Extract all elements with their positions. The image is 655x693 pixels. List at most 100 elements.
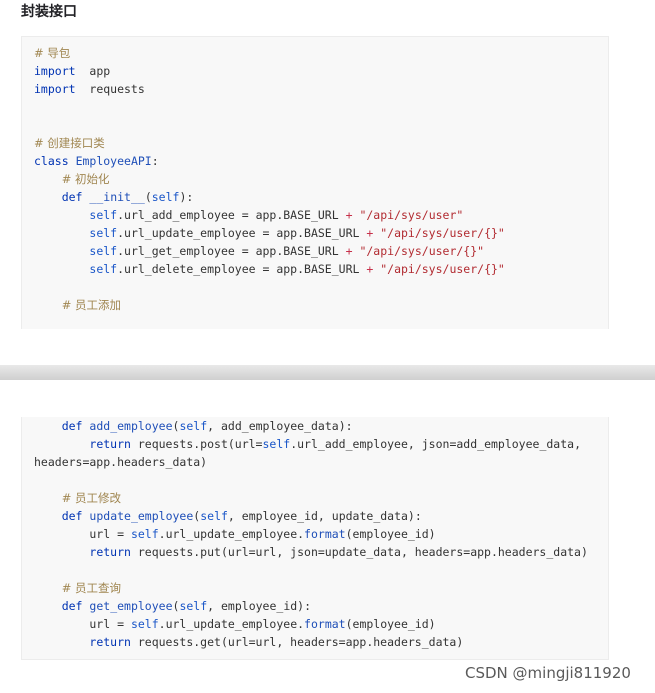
code-block-part-2: def add_employee(self, add_employee_data…: [21, 417, 609, 660]
code-token: +: [345, 208, 353, 222]
code-token: return: [89, 635, 131, 649]
code-token: EmployeeAPI: [75, 154, 152, 168]
code-block-part-1: # 导包 import app import requests # 创建接口类 clas…: [21, 36, 609, 329]
code-line: import requests: [34, 80, 145, 98]
watermark: CSDN @mingji811920: [465, 664, 631, 682]
code-token: # 员工添加: [61, 298, 121, 312]
code-token: format: [304, 527, 346, 541]
code-token: requests.post(url=: [130, 437, 263, 451]
code-line: self.url_add_employee = app.BASE_URL + "…: [34, 206, 463, 224]
code-token: requests.get(url=url, headers=app.header…: [130, 635, 464, 649]
code-token: return: [89, 545, 131, 559]
code-token: self: [89, 262, 118, 276]
code-line: # 创建接口类: [34, 134, 105, 152]
code-line: def get_employee(self, employee_id):: [34, 597, 311, 615]
code-token: self: [89, 208, 118, 222]
code-token: self: [130, 617, 159, 631]
code-token: requests: [75, 82, 145, 96]
page-divider: [0, 365, 655, 380]
code-token: # 初始化: [61, 172, 110, 186]
code-token: __init__: [89, 190, 145, 204]
code-token: add_employee: [89, 419, 173, 433]
code-token: (employee_id): [345, 617, 436, 631]
code-token: self: [179, 599, 208, 613]
code-line: # 员工查询: [34, 579, 121, 597]
code-token: self: [130, 527, 159, 541]
code-line: import app: [34, 62, 110, 80]
code-token: def: [61, 509, 83, 523]
code-token: .url_update_employee.: [158, 617, 305, 631]
code-line: self.url_get_employee = app.BASE_URL + "…: [34, 242, 484, 260]
code-token: self: [262, 437, 291, 451]
code-token: .url_add_employee = app.BASE_URL: [117, 208, 346, 222]
code-token: # 创建接口类: [34, 136, 105, 150]
code-token: url =: [34, 617, 131, 631]
code-token: self: [200, 509, 228, 523]
code-line: headers=app.headers_data): [34, 453, 207, 471]
code-token: import: [34, 64, 76, 78]
code-token: , employee_id, update_data):: [227, 509, 422, 523]
code-line: url = self.url_update_employee.format(em…: [34, 615, 436, 633]
code-token: import: [34, 82, 76, 96]
code-token: def: [61, 599, 83, 613]
code-line: def update_employee(self, employee_id, u…: [34, 507, 422, 525]
code-token: app: [75, 64, 111, 78]
code-token: self: [89, 244, 118, 258]
code-token: +: [345, 244, 353, 258]
code-token: get_employee: [89, 599, 173, 613]
code-line: # 员工添加: [34, 296, 121, 314]
code-token: self: [151, 190, 180, 204]
code-token: .url_update_employee = app.BASE_URL: [117, 226, 367, 240]
code-token: , employee_id):: [207, 599, 312, 613]
code-token: "/api/sys/user/{}": [359, 244, 485, 258]
code-token: def: [61, 419, 83, 433]
code-token: , add_employee_data):: [207, 419, 353, 433]
code-token: # 员工查询: [61, 581, 121, 595]
section-heading: 封装接口: [21, 4, 77, 20]
code-token: class: [34, 154, 69, 168]
code-line: def __init__(self):: [34, 188, 194, 206]
code-line: self.url_update_employee = app.BASE_URL …: [34, 224, 505, 242]
code-line: return requests.get(url=url, headers=app…: [34, 633, 463, 651]
code-line: return requests.put(url=url, json=update…: [34, 543, 588, 561]
code-line: def add_employee(self, add_employee_data…: [34, 417, 353, 435]
code-token: (: [144, 190, 152, 204]
code-line: class EmployeeAPI:: [34, 152, 159, 170]
code-line: # 初始化: [34, 170, 110, 188]
code-token: (employee_id): [345, 527, 436, 541]
code-line: # 导包: [34, 44, 70, 62]
code-line: return requests.post(url=self.url_add_em…: [34, 435, 581, 453]
code-token: "/api/sys/user/{}": [380, 262, 505, 276]
code-token: "/api/sys/user/{}": [380, 226, 505, 240]
code-line: url = self.url_update_employee.format(em…: [34, 525, 436, 543]
code-token: .url_update_employee.: [158, 527, 305, 541]
code-token: headers=app.headers_data): [34, 455, 208, 469]
code-token: requests.put(url=url, json=update_data, …: [130, 545, 588, 559]
code-token: # 导包: [34, 46, 71, 60]
code-token: .url_add_employee, json=add_employee_dat…: [290, 437, 581, 451]
code-token: return: [89, 437, 131, 451]
code-token: ):: [179, 190, 194, 204]
code-token: self: [179, 419, 208, 433]
code-line: self.url_delete_employee = app.BASE_URL …: [34, 260, 505, 278]
code-token: .url_delete_employee = app.BASE_URL: [117, 262, 367, 276]
code-token: update_employee: [89, 509, 194, 523]
code-token: url =: [34, 527, 131, 541]
code-token: # 员工修改: [61, 491, 121, 505]
